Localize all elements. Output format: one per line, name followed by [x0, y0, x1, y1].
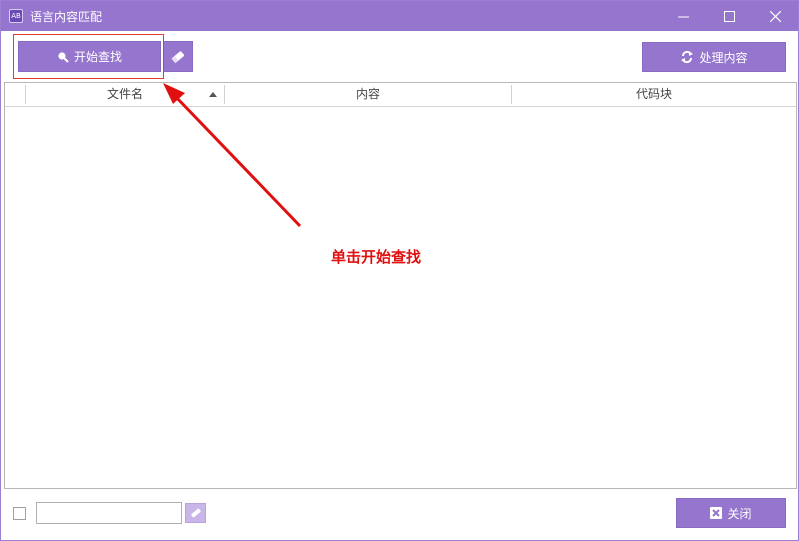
close-icon — [769, 10, 781, 22]
app-window: AB 语言内容匹配 开始查找 处理内容 文件名 内容 代码块 单击开始查找 关闭 — [0, 0, 799, 541]
window-title: 语言内容匹配 — [30, 9, 103, 24]
maximize-button[interactable] — [706, 1, 752, 31]
footer-clear-button[interactable] — [185, 503, 206, 523]
close-window-button[interactable] — [752, 1, 798, 31]
close-button[interactable]: 关闭 — [676, 498, 786, 528]
eraser-icon — [190, 508, 201, 518]
process-content-label: 处理内容 — [699, 50, 748, 65]
column-header-filename[interactable]: 文件名 — [26, 83, 224, 106]
process-content-button[interactable]: 处理内容 — [642, 42, 786, 72]
close-label: 关闭 — [727, 506, 752, 521]
sort-ascending-icon — [209, 92, 217, 97]
window-controls — [660, 1, 798, 31]
select-all-checkbox[interactable] — [13, 507, 26, 520]
close-box-icon — [710, 507, 723, 519]
refresh-icon — [681, 50, 694, 64]
title-bar[interactable]: AB 语言内容匹配 — [1, 1, 798, 31]
eraser-icon — [171, 50, 185, 63]
results-table[interactable]: 文件名 内容 代码块 — [4, 82, 797, 489]
table-header: 文件名 内容 代码块 — [5, 83, 796, 107]
maximize-icon — [723, 10, 735, 22]
column-header-content[interactable]: 内容 — [225, 83, 511, 106]
clear-button[interactable] — [163, 41, 193, 72]
footer-text-input[interactable] — [36, 502, 182, 524]
minimize-button[interactable] — [660, 1, 706, 31]
minimize-icon — [677, 16, 689, 17]
column-header-codeblock[interactable]: 代码块 — [512, 83, 796, 106]
annotation-text: 单击开始查找 — [331, 248, 422, 266]
app-icon: AB — [9, 9, 23, 23]
highlight-frame — [13, 34, 164, 79]
